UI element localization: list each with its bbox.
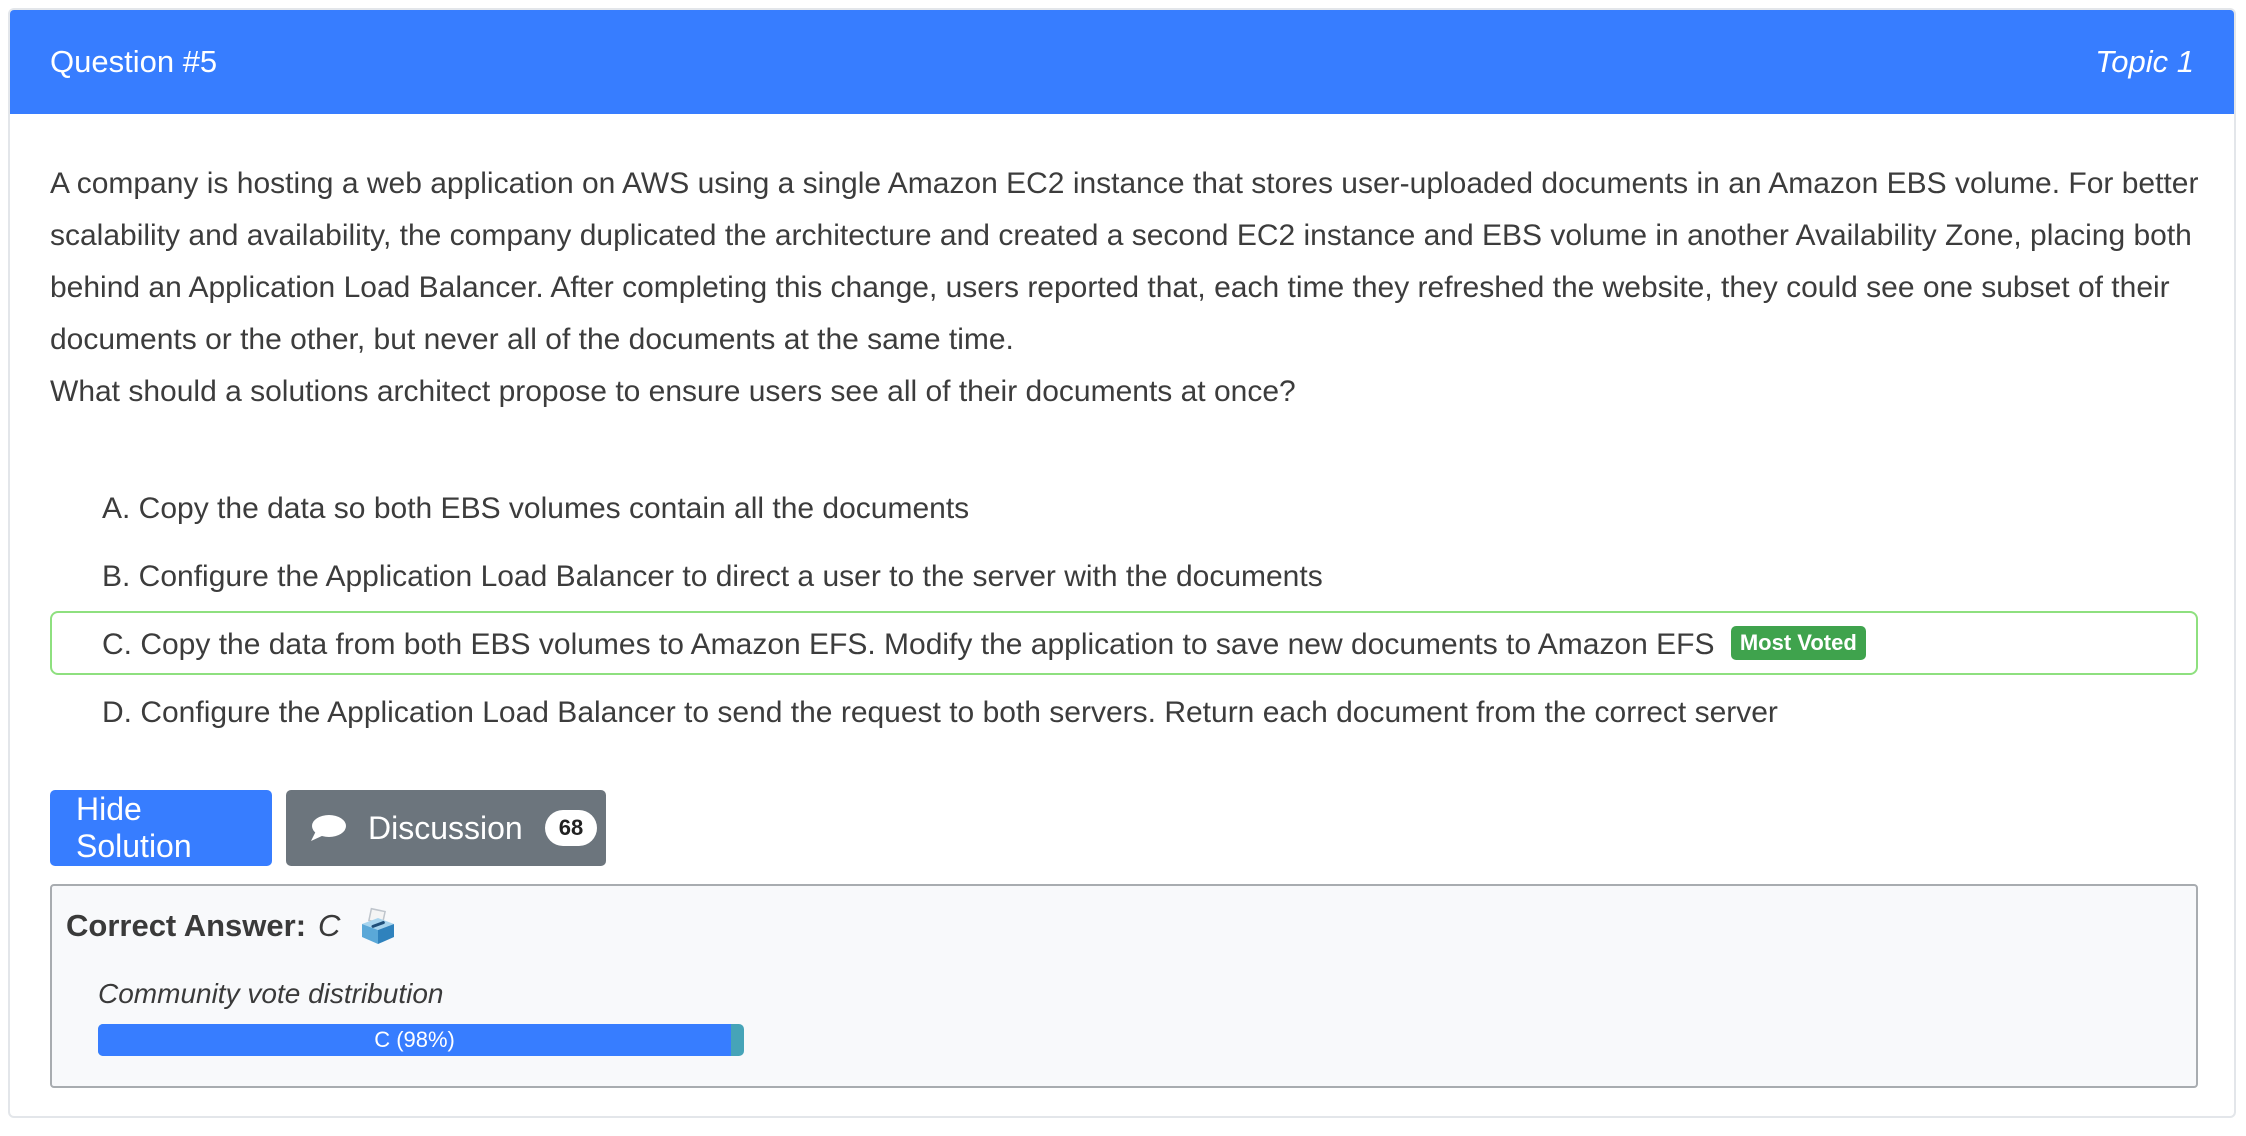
choice-c[interactable]: C. Copy the data from both EBS volumes t… <box>50 611 2198 675</box>
action-buttons: Hide Solution Discussion 68 <box>50 790 606 866</box>
vote-distribution-label: Community vote distribution <box>98 978 444 1009</box>
correct-answer-line: Correct Answer: C <box>66 906 398 946</box>
choice-b[interactable]: B. Configure the Application Load Balanc… <box>50 543 2198 607</box>
question-prompt: What should a solutions architect propos… <box>50 375 1296 408</box>
discussion-count: 68 <box>544 810 598 846</box>
question-paragraph: A company is hosting a web application o… <box>50 167 2199 356</box>
answer-panel: Correct Answer: C Community vote distrib… <box>50 884 2198 1088</box>
vote-bar-fill-c: C (98%) <box>98 1024 732 1056</box>
ballot-box-icon <box>358 906 398 946</box>
choice-c-text: C. Copy the data from both EBS volumes t… <box>102 628 1715 661</box>
topic-label: Topic 1 <box>2095 44 2194 79</box>
hide-solution-button[interactable]: Hide Solution <box>50 790 272 866</box>
hide-solution-label: Hide Solution <box>76 791 192 864</box>
discussion-label: Discussion <box>368 809 523 846</box>
question-body: A company is hosting a web application o… <box>50 158 2200 418</box>
choice-d[interactable]: D. Configure the Application Load Balanc… <box>50 679 2198 743</box>
choice-d-text: D. Configure the Application Load Balanc… <box>102 696 1778 729</box>
vote-distribution-bar: C (98%) <box>98 1024 744 1056</box>
card-header: Question #5 Topic 1 <box>10 10 2234 114</box>
choice-a-text: A. Copy the data so both EBS volumes con… <box>102 492 970 525</box>
question-number: Question #5 <box>50 44 218 79</box>
chat-bubble-icon <box>308 813 348 843</box>
discussion-button[interactable]: Discussion 68 <box>286 790 606 866</box>
most-voted-badge: Most Voted <box>1730 626 1866 661</box>
correct-answer-value: C <box>318 908 341 943</box>
choice-list: A. Copy the data so both EBS volumes con… <box>50 475 2198 747</box>
choice-a[interactable]: A. Copy the data so both EBS volumes con… <box>50 475 2198 539</box>
correct-answer-label: Correct Answer: <box>66 908 307 943</box>
question-card: Question #5 Topic 1 A company is hosting… <box>8 8 2236 1118</box>
choice-b-text: B. Configure the Application Load Balanc… <box>102 560 1323 593</box>
